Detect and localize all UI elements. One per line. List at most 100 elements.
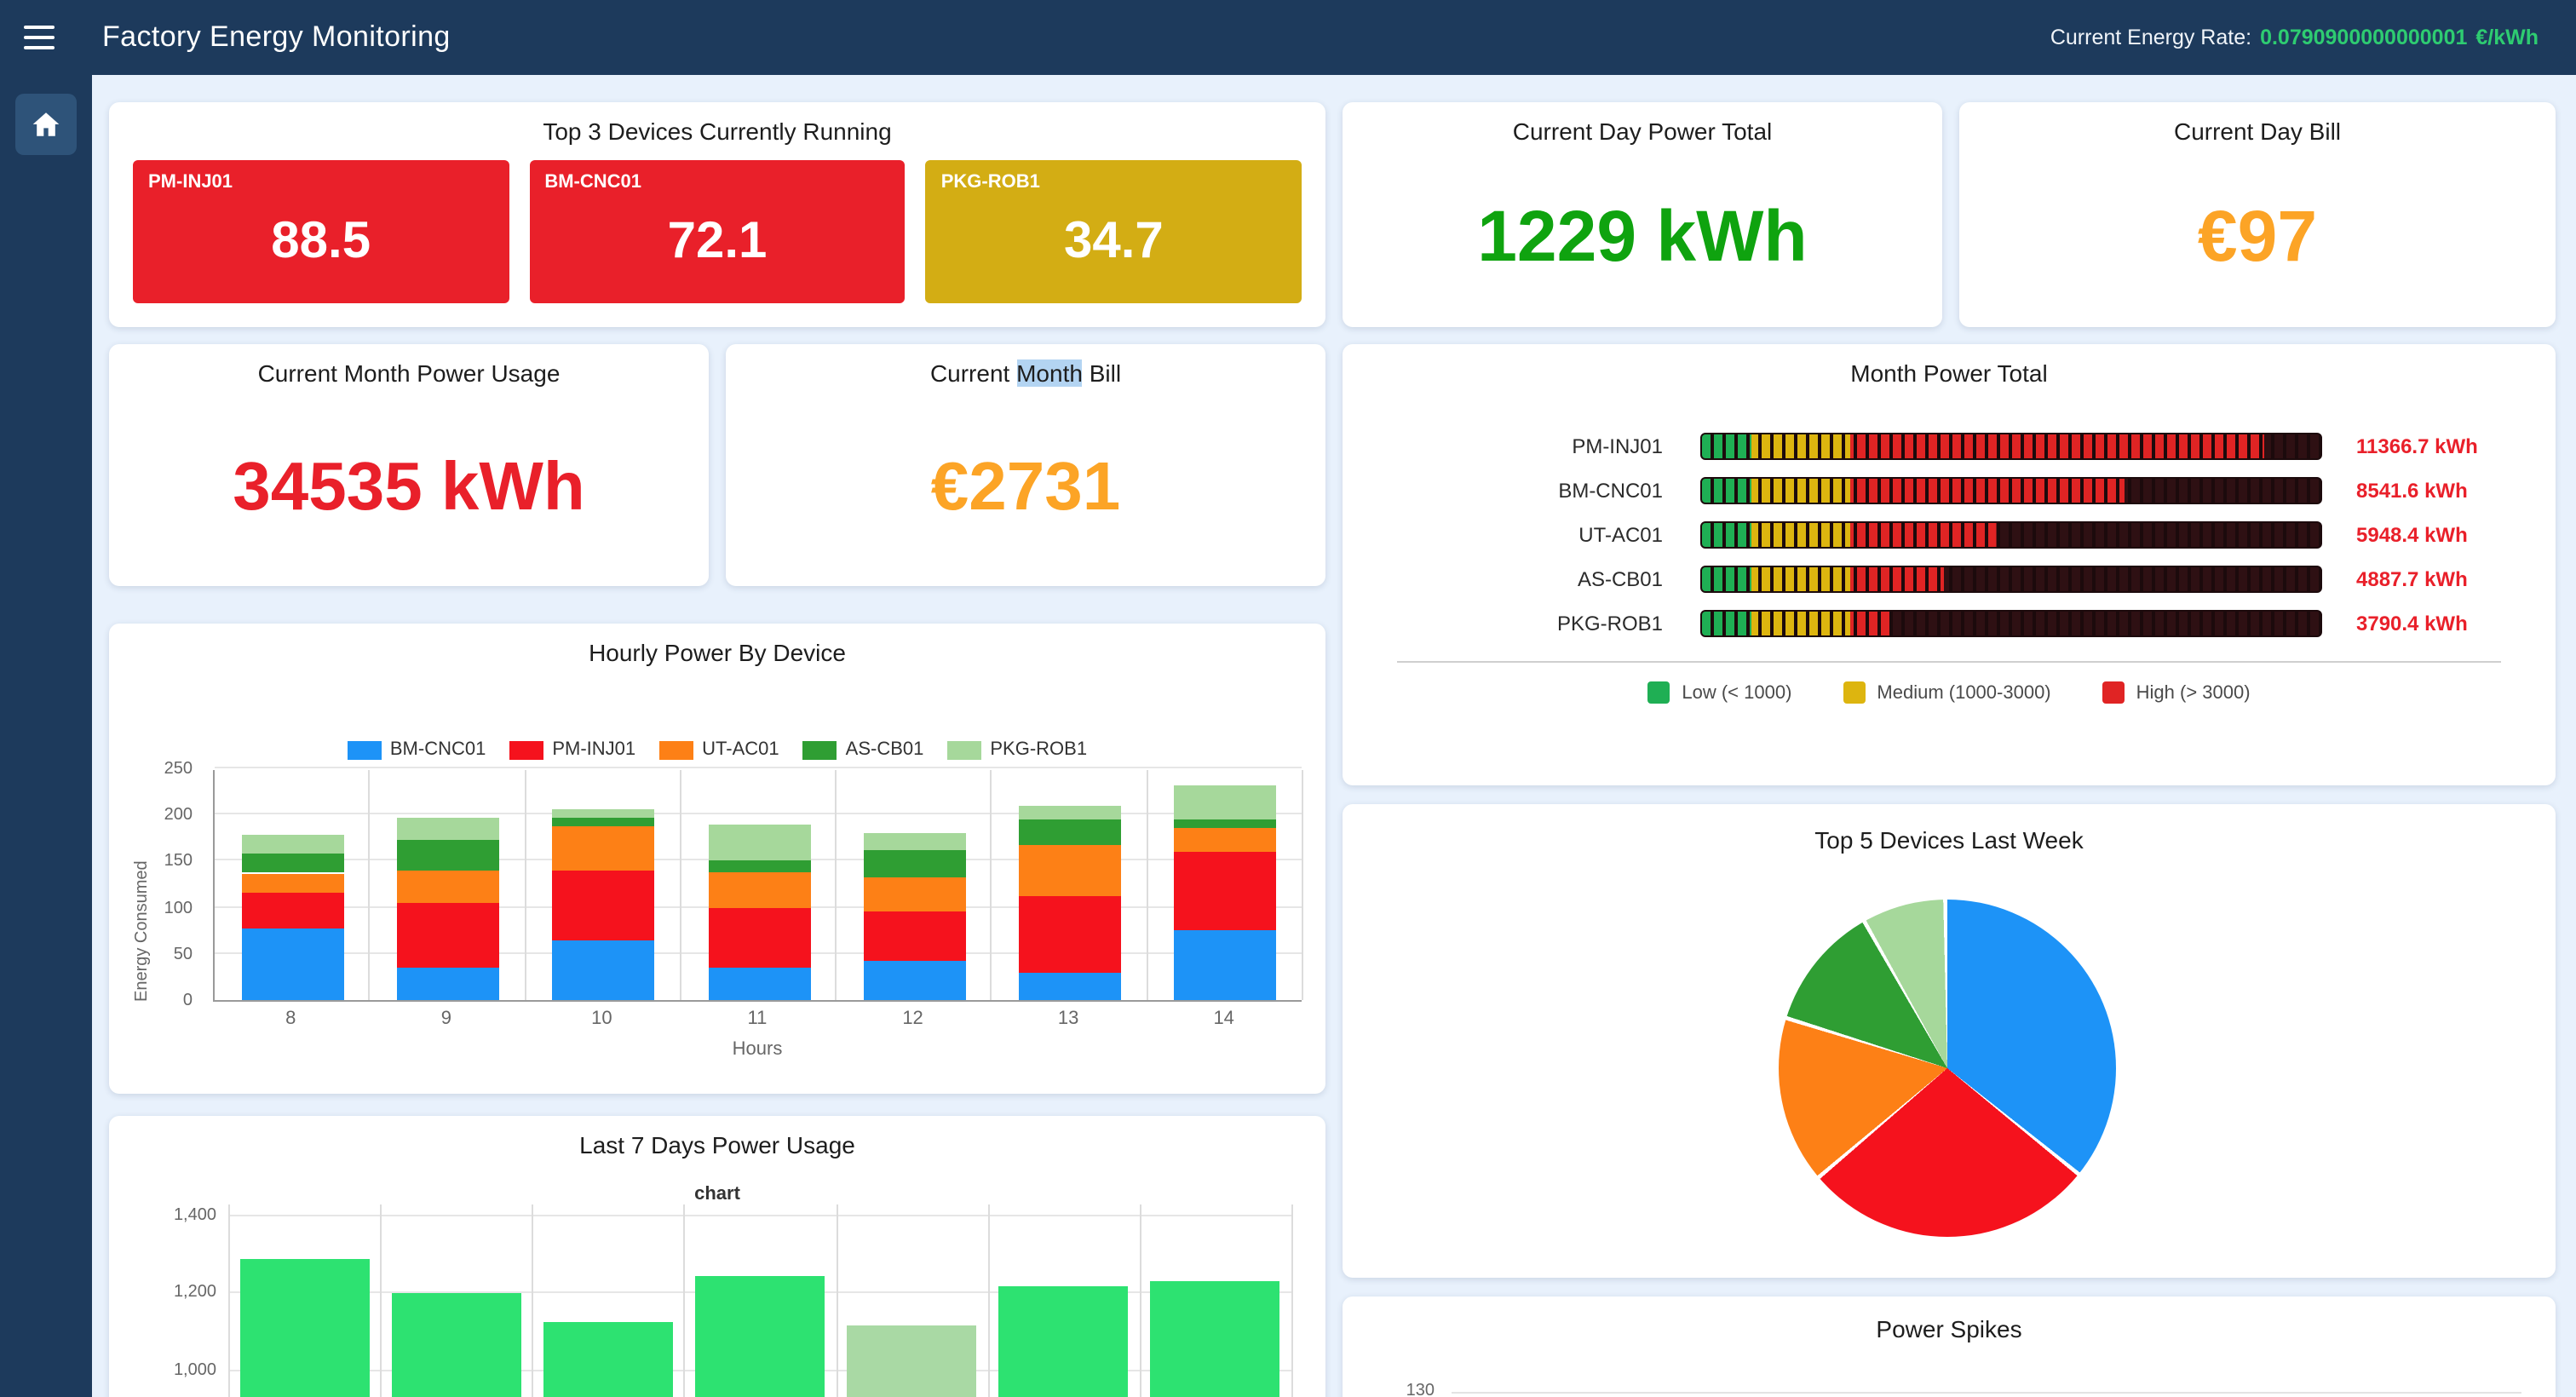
stacked-bar-segment xyxy=(864,877,966,911)
stacked-bar-segment xyxy=(1175,829,1277,852)
card-hourly-power: Hourly Power By Device BM-CNC01PM-INJ01U… xyxy=(109,624,1325,1094)
legend-label: BM-CNC01 xyxy=(390,739,486,760)
gauge-bar xyxy=(1700,477,2322,504)
card-title: Last 7 Days Power Usage xyxy=(109,1116,1325,1160)
stacked-bar-segment xyxy=(397,968,499,1000)
stacked-bar-segment xyxy=(397,871,499,903)
stacked-bar-segment xyxy=(1019,972,1121,1000)
device-value: 88.5 xyxy=(133,179,509,303)
stacked-bar-segment xyxy=(241,928,343,1000)
stacked-bar-segment xyxy=(552,825,654,870)
card-title: Hourly Power By Device xyxy=(109,624,1325,668)
gauge-row: AS-CB014887.7 kWh xyxy=(1343,566,2556,593)
app-root: Factory Energy Monitoring Current Energy… xyxy=(0,0,2576,1397)
card-title: Current Month Bill xyxy=(726,344,1325,388)
legend-item: Low (< 1000) xyxy=(1647,681,1791,704)
legend-label: High (> 3000) xyxy=(2136,682,2251,703)
stacked-bar-segment xyxy=(397,841,499,871)
gridline xyxy=(836,1204,837,1397)
card-month-power-usage: Current Month Power Usage 34535 kWh xyxy=(109,344,709,586)
card-last7-days: Last 7 Days Power Usage chart 1,4001,200… xyxy=(109,1116,1325,1397)
gridline xyxy=(684,1204,686,1397)
gridline xyxy=(524,770,526,1000)
gauge-value: 3790.4 kWh xyxy=(2356,612,2468,635)
legend-swatch xyxy=(659,740,693,759)
stacked-bar-segment xyxy=(552,809,654,819)
stacked-bar-segment xyxy=(1019,806,1121,819)
gauge-row: PKG-ROB1 3790.4 kWh xyxy=(1343,610,2556,637)
gridline xyxy=(532,1204,534,1397)
card-month-power-total: Month Power Total PM-INJ0111366.7 kWhBM-… xyxy=(1343,344,2556,785)
gauge-value: 5948.4 kWh xyxy=(2356,523,2468,547)
stacked-bar-segment xyxy=(708,872,810,907)
gauge-legend: Low (< 1000) Medium (1000-3000) High (> 30… xyxy=(1397,661,2501,704)
legend-item: Medium (1000-3000) xyxy=(1843,681,2050,704)
stacked-bar-segment xyxy=(864,851,966,877)
stacked-bar-segment xyxy=(241,835,343,854)
menu-icon[interactable] xyxy=(24,20,68,55)
gauge-bar xyxy=(1700,566,2322,593)
device-value: 34.7 xyxy=(926,179,1302,303)
stacked-bar-segment xyxy=(552,871,654,940)
y-tick: 0 xyxy=(183,992,193,1010)
energy-rate: Current Energy Rate: 0.0790900000000001 … xyxy=(2050,0,2539,75)
selected-text: Month xyxy=(1016,359,1083,387)
gauge-device-label: BM-CNC01 xyxy=(1343,479,1666,503)
gauge-bar xyxy=(1700,521,2322,549)
device-value: 72.1 xyxy=(529,179,905,303)
bar xyxy=(391,1294,520,1397)
y-tick: 1,000 xyxy=(174,1360,216,1379)
gridline xyxy=(1140,1204,1141,1397)
stacked-bar-segment xyxy=(1175,930,1277,1000)
gridline xyxy=(680,770,681,1000)
gridline xyxy=(215,767,1302,768)
legend-label: Low (< 1000) xyxy=(1682,682,1791,703)
device-tile: PKG-ROB1 34.7 xyxy=(926,160,1302,303)
bar xyxy=(847,1325,976,1397)
y-tick: 1,400 xyxy=(174,1206,216,1225)
x-tick: 10 xyxy=(524,1009,680,1029)
stacked-bar-segment xyxy=(397,818,499,841)
gauge-value: 4887.7 kWh xyxy=(2356,567,2468,591)
gauge-bar xyxy=(1700,433,2322,460)
legend-swatch xyxy=(348,740,382,759)
stacked-bar-segment xyxy=(864,912,966,962)
card-top-devices: Top 3 Devices Currently Running PM-INJ01… xyxy=(109,102,1325,327)
day-power-total-value: 1229 kWh xyxy=(1477,196,1808,278)
stacked-bar-segment xyxy=(708,907,810,968)
gauge-device-label: UT-AC01 xyxy=(1343,523,1666,547)
stacked-bar-segment xyxy=(708,824,810,861)
gridline xyxy=(1452,1392,2521,1394)
pie-chart xyxy=(1779,900,2116,1237)
card-title: Power Spikes xyxy=(1343,1296,2556,1344)
gauge-value: 11366.7 kWh xyxy=(2356,434,2478,458)
card-day-bill: Current Day Bill €97 xyxy=(1959,102,2556,327)
x-tick: 8 xyxy=(213,1009,369,1029)
stacked-bar-segment xyxy=(1019,896,1121,972)
gridline xyxy=(1291,1204,1293,1397)
gauge-row: UT-AC01 5948.4 kWh xyxy=(1343,521,2556,549)
bar xyxy=(1151,1280,1280,1397)
legend-swatch xyxy=(947,740,981,759)
hourly-legend: BM-CNC01PM-INJ01UT-AC01AS-CB01PKG-ROB1 xyxy=(109,739,1325,760)
stacked-bar-segment xyxy=(1175,852,1277,930)
legend-swatch xyxy=(509,740,543,759)
legend-swatch xyxy=(1647,681,1670,704)
card-top5-last-week: Top 5 Devices Last Week xyxy=(1343,804,2556,1278)
gauge-value: 8541.6 kWh xyxy=(2356,479,2468,503)
card-title: Top 3 Devices Currently Running xyxy=(109,102,1325,147)
device-tiles: PM-INJ01 88.5 BM-CNC01 72.1 PKG-ROB1 34.… xyxy=(109,160,1325,303)
bar xyxy=(239,1259,369,1397)
legend-item: BM-CNC01 xyxy=(348,739,486,760)
energy-rate-label: Current Energy Rate: xyxy=(2050,26,2251,49)
stacked-bar-segment xyxy=(708,968,810,1000)
gauge-device-label: PKG-ROB1 xyxy=(1343,612,1666,635)
hourly-chart: Energy Consumed 050100150200250 89101112… xyxy=(109,770,1325,1077)
home-icon xyxy=(31,109,61,140)
legend-item: PM-INJ01 xyxy=(509,739,635,760)
gridline xyxy=(991,770,992,1000)
bar xyxy=(695,1276,825,1397)
gauge-rows: PM-INJ0111366.7 kWhBM-CNC018541.6 kWhUT-… xyxy=(1343,433,2556,637)
gridline xyxy=(369,770,371,1000)
home-button[interactable] xyxy=(15,94,77,155)
